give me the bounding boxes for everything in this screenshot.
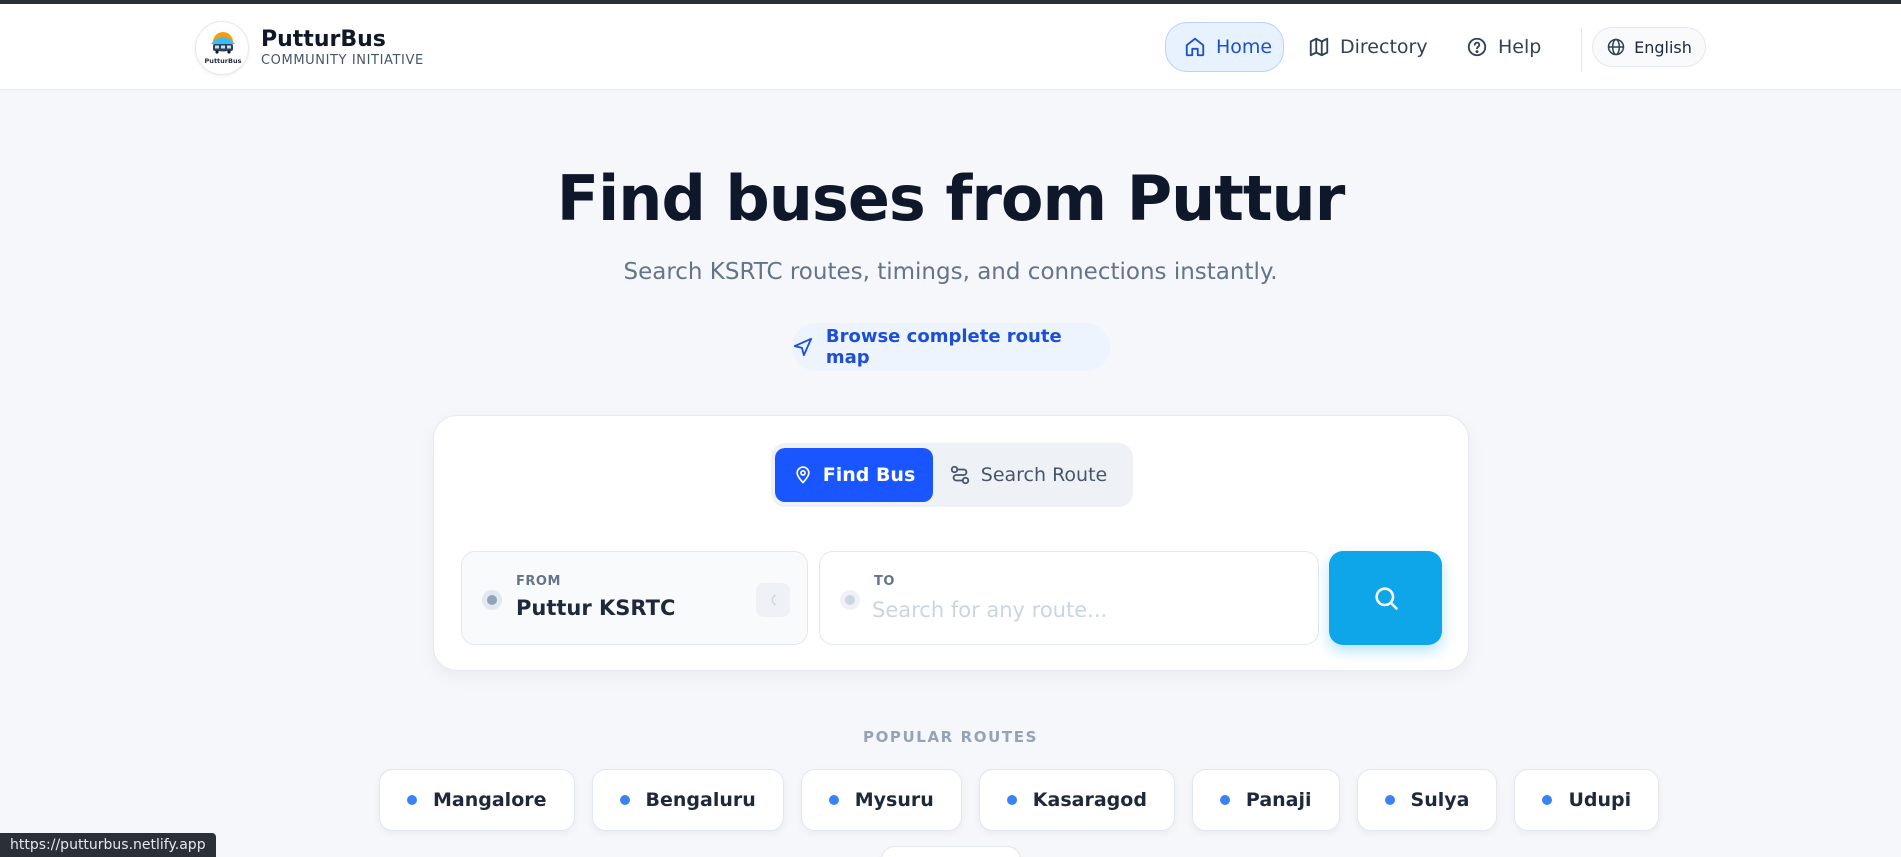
route-chip-kasaragod[interactable]: Kasaragod bbox=[978, 769, 1175, 831]
map-pin-icon bbox=[796, 466, 810, 484]
site-header: PutturBus PutturBus COMMUNITY INITIATIVE… bbox=[0, 4, 1901, 90]
route-chip-label: Sulya bbox=[1410, 789, 1470, 811]
chevron-left-icon bbox=[771, 594, 776, 606]
nav-home-label: Home bbox=[1216, 36, 1273, 58]
nav-directory-label: Directory bbox=[1340, 36, 1428, 58]
nav-help-label: Help bbox=[1498, 36, 1542, 58]
popular-routes-list: Mangalore Bengaluru Mysuru Kasaragod Pan… bbox=[379, 769, 1676, 831]
nav-directory[interactable]: Directory bbox=[1292, 22, 1446, 72]
language-selector[interactable]: English bbox=[1592, 27, 1706, 67]
nav-help[interactable]: Help bbox=[1448, 22, 1559, 72]
nav-home[interactable]: Home bbox=[1165, 22, 1284, 72]
search-icon bbox=[1374, 587, 1398, 610]
route-chip-label: Panaji bbox=[1245, 789, 1312, 811]
route-chip-udupi[interactable]: Udupi bbox=[1514, 769, 1660, 831]
route-chip-label: Mysuru bbox=[854, 789, 934, 811]
popular-routes-title: POPULAR ROUTES bbox=[862, 728, 1039, 746]
language-label: English bbox=[1634, 37, 1692, 57]
route-dot-icon bbox=[1542, 795, 1553, 805]
to-input[interactable] bbox=[872, 594, 1292, 626]
search-mode-tabs: Find Bus Search Route bbox=[771, 443, 1133, 507]
from-field[interactable]: FROM Puttur KSRTC bbox=[461, 551, 808, 645]
route-chip-mangalore[interactable]: Mangalore bbox=[379, 769, 575, 831]
brand-name: PutturBus bbox=[261, 27, 386, 52]
globe-icon bbox=[1607, 38, 1625, 56]
hero-subtitle: Search KSRTC routes, timings, and connec… bbox=[623, 259, 1278, 285]
browse-route-map-button[interactable]: Browse complete route map bbox=[792, 323, 1110, 371]
route-dot-icon bbox=[828, 795, 839, 805]
route-chip-label: Kasaragod bbox=[1032, 789, 1147, 811]
route-chip-label: Mangalore bbox=[433, 789, 547, 811]
home-icon bbox=[1185, 37, 1205, 57]
route-chip-panaji[interactable]: Panaji bbox=[1191, 769, 1340, 831]
route-icon bbox=[950, 465, 969, 485]
origin-dot-icon bbox=[482, 590, 502, 610]
logo-bus-icon bbox=[211, 32, 235, 54]
browse-route-map-label: Browse complete route map bbox=[825, 326, 1062, 368]
from-label: FROM bbox=[516, 574, 561, 589]
route-chip-label: Bengaluru bbox=[645, 789, 756, 811]
to-label: TO bbox=[874, 574, 895, 589]
navigation-arrow-icon bbox=[793, 337, 813, 357]
destination-dot-icon bbox=[840, 590, 860, 610]
map-icon bbox=[1309, 37, 1329, 57]
route-chip-label: Udupi bbox=[1568, 789, 1632, 811]
tab-search-route[interactable]: Search Route bbox=[933, 448, 1123, 502]
route-chip-bengaluru[interactable]: Bengaluru bbox=[591, 769, 784, 831]
route-dot-icon bbox=[619, 795, 630, 805]
nav-divider bbox=[1581, 28, 1582, 72]
to-field[interactable]: TO bbox=[819, 551, 1319, 645]
route-chip-mysuru[interactable]: Mysuru bbox=[800, 769, 962, 831]
help-circle-icon bbox=[1467, 37, 1487, 57]
route-dot-icon bbox=[407, 795, 417, 805]
hero-title: Find buses from Puttur bbox=[556, 162, 1346, 235]
search-card: Find Bus Search Route FROM Puttur KSRTC … bbox=[433, 415, 1469, 671]
logo-wordmark: PutturBus bbox=[204, 57, 242, 65]
tab-find-bus[interactable]: Find Bus bbox=[775, 448, 933, 502]
search-button[interactable] bbox=[1329, 551, 1442, 645]
from-value[interactable]: Puttur KSRTC bbox=[516, 596, 675, 620]
logo: PutturBus bbox=[195, 21, 249, 75]
route-dot-icon bbox=[1384, 795, 1395, 805]
tab-find-bus-label: Find Bus bbox=[822, 464, 916, 486]
brand[interactable]: PutturBus PutturBus COMMUNITY INITIATIVE bbox=[195, 20, 424, 76]
route-dot-icon bbox=[1006, 795, 1017, 805]
route-chip-sulya[interactable]: Sulya bbox=[1356, 769, 1498, 831]
status-bar-url: https://putturbus.netlify.app bbox=[0, 833, 216, 857]
route-chip-overflow[interactable] bbox=[881, 846, 1021, 857]
route-dot-icon bbox=[1219, 795, 1230, 805]
swap-button[interactable] bbox=[756, 583, 790, 617]
brand-subtitle: COMMUNITY INITIATIVE bbox=[261, 53, 424, 68]
tab-search-route-label: Search Route bbox=[980, 464, 1108, 486]
